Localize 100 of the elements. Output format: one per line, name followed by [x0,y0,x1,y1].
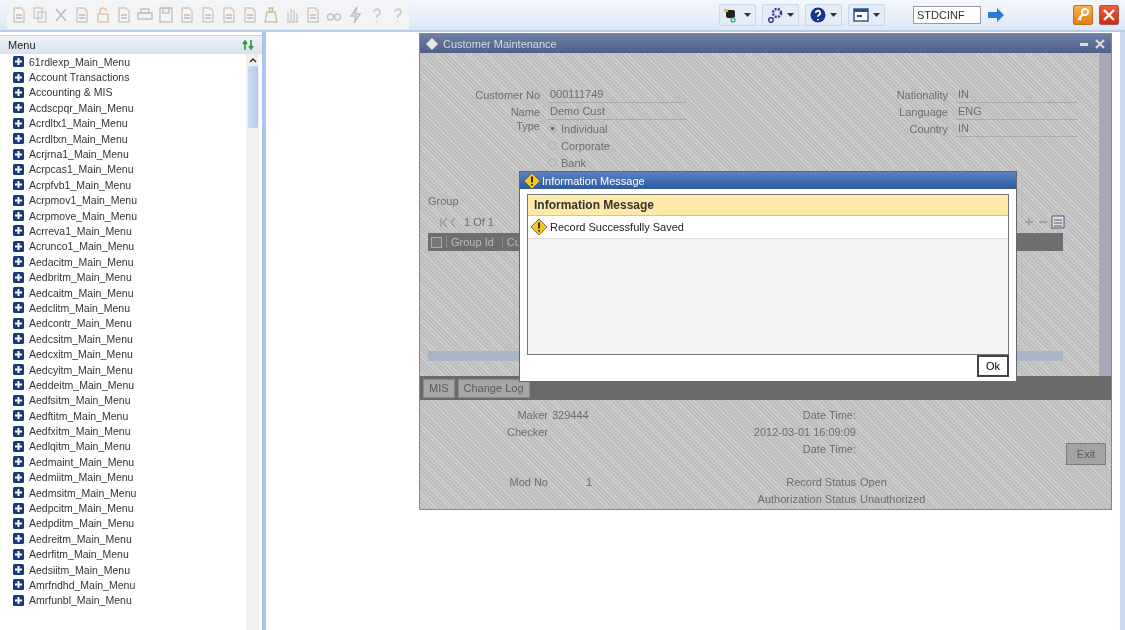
expand-icon[interactable] [13,471,24,483]
menu-item[interactable]: Acrjrna1_Main_Menu [13,146,246,162]
arrow-right-icon[interactable] [987,8,1005,22]
expand-icon[interactable] [13,564,24,576]
menu-item[interactable]: Acrdltxn_Main_Menu [13,130,246,147]
expand-icon[interactable] [13,410,24,422]
menu-item[interactable]: Aedbritm_Main_Menu [13,269,246,285]
expand-icon[interactable] [13,379,24,391]
expand-icon[interactable] [13,533,24,545]
menu-item[interactable]: Aedcxitm_Main_Menu [13,346,246,362]
menu-item[interactable]: Aedacitm_Main_Menu [13,254,246,270]
menu-item[interactable]: Acrpfvb1_Main_Menu [13,177,246,193]
expand-icon[interactable] [13,579,24,591]
expand-icon[interactable] [13,425,24,437]
expand-icon[interactable] [13,517,24,529]
window-icon [853,7,869,23]
menu-item[interactable]: Aedpditm_Main_Menu [13,515,246,532]
menu-item[interactable]: Acrreva1_Main_Menu [13,223,246,239]
expand-icon[interactable] [13,56,24,68]
expand-icon[interactable] [13,487,24,499]
menu-item[interactable]: Aedclitm_Main_Menu [13,300,246,316]
menu-item[interactable]: Amrfunbl_Main_Menu [13,592,246,609]
menu-item[interactable]: Aeddeitm_Main_Menu [13,377,246,393]
menu-item[interactable]: Accounting & MIS [13,84,246,101]
menu-item[interactable]: Aedmiitm_Main_Menu [13,469,246,485]
expand-icon[interactable] [13,502,24,514]
key-button[interactable] [1073,5,1093,25]
expand-icon[interactable] [13,179,24,191]
menu-item[interactable]: Acrdltx1_Main_Menu [13,115,246,131]
message-text: Record Successfully Saved [550,221,684,233]
expand-icon[interactable] [13,148,24,160]
function-id-field[interactable]: STDCINF [913,6,981,24]
field-value: Demo Cust [548,103,686,120]
menu-title: Menu [8,39,36,51]
scroll-up-icon[interactable] [248,57,257,63]
expand-icon[interactable] [13,102,24,114]
caret-icon [830,13,837,17]
menu-item[interactable]: Aedsiitm_Main_Menu [13,561,246,578]
expand-icon[interactable] [13,225,24,237]
expand-icon[interactable] [13,86,24,98]
expand-icon[interactable] [13,548,24,560]
expand-icon[interactable] [13,364,24,375]
sync-arrows-icon[interactable] [242,40,254,50]
expand-icon[interactable] [13,317,24,329]
menu-item[interactable]: Acrpmove_Main_Menu [13,207,246,224]
expand-icon[interactable] [13,163,24,175]
close-icon [1103,9,1115,21]
minimize-icon[interactable] [1080,41,1090,46]
menu-item[interactable]: Aedmsitm_Main_Menu [13,484,246,501]
window-dropdown[interactable] [848,4,885,26]
settings-dropdown[interactable] [762,4,799,26]
menu-item[interactable]: Aedmaint_Main_Menu [13,454,246,470]
plug-dropdown[interactable] [719,4,756,26]
expand-icon[interactable] [13,456,24,468]
ok-button[interactable]: Ok [977,355,1009,377]
scroll-thumb[interactable] [247,66,258,128]
field-label: Type [515,120,541,132]
expand-icon[interactable] [13,133,24,145]
menu-item[interactable]: Account Transactions [13,69,246,85]
expand-icon[interactable] [13,71,24,83]
close-button[interactable] [1099,5,1119,25]
expand-icon[interactable] [13,287,24,299]
field-label: Date Time: [801,408,856,423]
menu-item[interactable]: Acrpmov1_Main_Menu [13,192,246,208]
expand-icon[interactable] [13,302,24,314]
menu-item[interactable]: Acrpcas1_Main_Menu [13,161,246,178]
checkbox[interactable] [431,236,442,248]
menu-item[interactable]: Aedftitm_Main_Menu [13,408,246,424]
field-label: Checker [506,425,548,440]
expand-icon[interactable] [13,440,24,452]
caret-icon [744,13,751,17]
expand-icon[interactable] [13,348,24,360]
menu-item[interactable]: Aedreitm_Main_Menu [13,531,246,547]
expand-icon[interactable] [13,117,24,129]
close-icon[interactable] [1095,38,1105,49]
menu-item[interactable]: Aedcaitm_Main_Menu [13,284,246,301]
field-value: Unauthorized [859,492,927,507]
menu-item[interactable]: Acdscpqr_Main_Menu [13,100,246,116]
field-value: 2012-03-01 16:09:09 [752,425,856,440]
expand-icon[interactable] [13,394,24,406]
expand-icon[interactable] [13,194,24,206]
expand-icon[interactable] [13,594,24,606]
menu-item[interactable]: Aedpcitm_Main_Menu [13,500,246,516]
menu-item[interactable]: Aedfsitm_Main_Menu [13,392,246,408]
expand-icon[interactable] [13,210,24,222]
menu-item[interactable]: Aedlqitm_Main_Menu [13,438,246,455]
menu-item[interactable]: Aedrfitm_Main_Menu [13,546,246,562]
expand-icon[interactable] [13,271,24,283]
menu-item[interactable]: 61rdlexp_Main_Menu [13,54,246,70]
menu-item[interactable]: Aedcyitm_Main_Menu [13,361,246,378]
dialog-title: Information Message [542,174,645,187]
menu-item[interactable]: Aedcsitm_Main_Menu [13,331,246,347]
expand-icon[interactable] [13,333,24,345]
menu-item[interactable]: Aedcontr_Main_Menu [13,315,246,332]
menu-item[interactable]: Acrunco1_Main_Menu [13,238,246,255]
expand-icon[interactable] [13,256,24,268]
help-dropdown[interactable] [805,4,842,26]
expand-icon[interactable] [13,240,24,252]
menu-item[interactable]: Amrfndhd_Main_Menu [13,577,246,593]
menu-item[interactable]: Aedfxitm_Main_Menu [13,423,246,439]
